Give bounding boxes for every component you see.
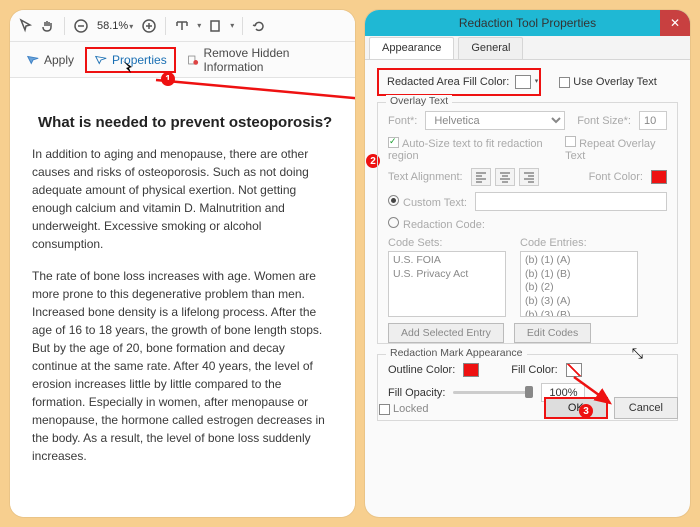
redaction-toolbar: Apply Properties Remove Hidden Informati… bbox=[10, 42, 355, 78]
opacity-slider[interactable] bbox=[453, 391, 533, 394]
redacted-fill-color-swatch[interactable] bbox=[515, 75, 531, 89]
tab-appearance[interactable]: Appearance bbox=[369, 37, 454, 59]
autosize-checkbox[interactable]: Auto-Size text to fit redaction region bbox=[388, 137, 557, 162]
code-sets-list[interactable]: U.S. FOIA U.S. Privacy Act bbox=[388, 251, 506, 317]
fit-width-icon[interactable] bbox=[174, 18, 190, 34]
custom-text-radio[interactable]: Custom Text: bbox=[388, 195, 467, 209]
overlay-text-group: Overlay Text Font*: Helvetica Font Size*… bbox=[377, 102, 678, 344]
font-size-input[interactable] bbox=[639, 111, 667, 130]
hand-tool-icon[interactable] bbox=[40, 18, 56, 34]
font-color-swatch[interactable] bbox=[651, 170, 667, 184]
zoom-in-icon[interactable] bbox=[141, 18, 157, 34]
outline-color-swatch[interactable] bbox=[463, 363, 479, 377]
custom-text-input[interactable] bbox=[475, 192, 667, 211]
main-toolbar: 58.1%▾ ▾ ▾ bbox=[10, 10, 355, 42]
align-right-icon[interactable] bbox=[519, 168, 539, 186]
cursor-icon: ⤡ bbox=[632, 345, 643, 362]
remove-hidden-button[interactable]: Remove Hidden Information bbox=[181, 43, 345, 77]
selection-tool-icon[interactable] bbox=[18, 18, 34, 34]
fill-color-label: Redacted Area Fill Color: bbox=[387, 76, 509, 88]
dialog-tabs: Appearance General bbox=[365, 36, 690, 60]
annotation-arrow bbox=[564, 373, 644, 413]
apply-button[interactable]: Apply bbox=[20, 50, 80, 70]
zoom-level[interactable]: 58.1%▾ bbox=[95, 20, 135, 32]
page-view-icon[interactable] bbox=[207, 18, 223, 34]
code-entries-list[interactable]: (b) (1) (A) (b) (1) (B) (b) (2) (b) (3) … bbox=[520, 251, 638, 317]
locked-checkbox[interactable]: Locked bbox=[379, 403, 428, 415]
redaction-code-radio[interactable]: Redaction Code: bbox=[388, 217, 485, 231]
close-icon[interactable]: ✕ bbox=[660, 10, 690, 36]
doc-paragraph: The rate of bone loss increases with age… bbox=[32, 267, 333, 465]
document-view: What is needed to prevent osteoporosis? … bbox=[10, 78, 355, 517]
dialog-titlebar: Redaction Tool Properties ✕ bbox=[365, 10, 690, 36]
doc-paragraph: In addition to aging and menopause, ther… bbox=[32, 145, 333, 253]
properties-button[interactable]: Properties bbox=[88, 50, 173, 70]
use-overlay-checkbox[interactable]: Use Overlay Text bbox=[559, 76, 657, 88]
align-center-icon[interactable] bbox=[495, 168, 515, 186]
doc-heading: What is needed to prevent osteoporosis? bbox=[38, 112, 333, 135]
annotation-1: 1 bbox=[161, 72, 175, 86]
edit-codes-button[interactable]: Edit Codes bbox=[514, 323, 591, 343]
rotate-icon[interactable] bbox=[251, 18, 267, 34]
dialog-title-text: Redaction Tool Properties bbox=[459, 16, 596, 30]
align-left-icon[interactable] bbox=[471, 168, 491, 186]
add-entry-button[interactable]: Add Selected Entry bbox=[388, 323, 504, 343]
tab-general[interactable]: General bbox=[458, 37, 523, 59]
repeat-checkbox[interactable]: Repeat Overlay Text bbox=[565, 136, 667, 162]
zoom-out-icon[interactable] bbox=[73, 18, 89, 34]
font-select[interactable]: Helvetica bbox=[425, 111, 565, 130]
annotation-3: 3 bbox=[579, 404, 593, 418]
